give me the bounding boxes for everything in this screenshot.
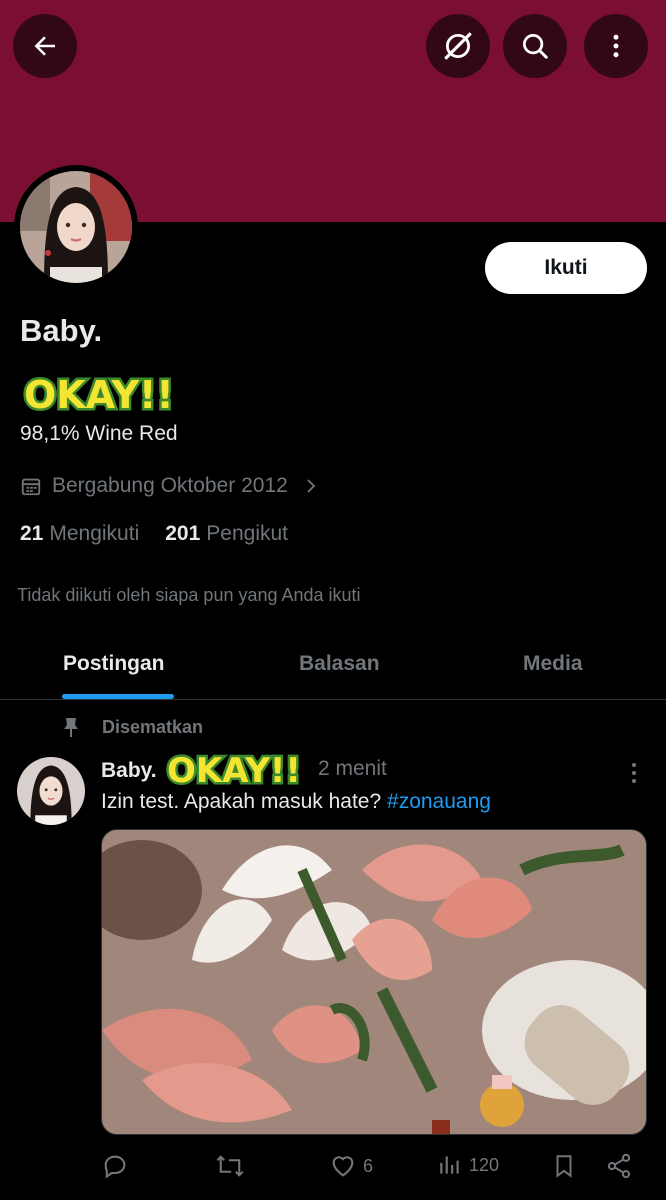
follow-stats: 21 Mengikuti 201 Pengikut <box>20 522 288 546</box>
views-button[interactable]: 120 <box>437 1152 499 1178</box>
profile-bio: 98,1% Wine Red <box>20 422 178 445</box>
back-arrow-icon <box>34 36 55 56</box>
post-image[interactable] <box>101 829 647 1135</box>
repost-icon <box>216 1155 244 1177</box>
reply-button[interactable] <box>101 1152 129 1180</box>
repost-button[interactable] <box>215 1152 245 1180</box>
like-button[interactable]: 6 <box>329 1152 373 1180</box>
like-count: 6 <box>363 1155 374 1176</box>
pinned-text: Disematkan <box>102 716 204 737</box>
profile-tabs: Postingan Balasan Media <box>0 636 666 700</box>
post-actions: 6 120 <box>101 1152 647 1184</box>
post-text: Izin test. Apakah masuk hate? #zonauang <box>101 790 491 814</box>
calendar-icon <box>21 478 41 496</box>
search-button[interactable] <box>503 14 567 78</box>
pin-icon <box>64 718 78 737</box>
post-avatar-image <box>17 757 85 825</box>
post-hashtag[interactable]: #zonauang <box>387 790 491 813</box>
post-okay-sticker-emoji: OKAY!! <box>165 749 304 791</box>
views-icon <box>440 1156 459 1174</box>
joined-text: Bergabung Oktober 2012 <box>52 474 288 497</box>
okay-sticker-text: OKAY!! <box>24 373 174 417</box>
more-vertical-icon <box>613 34 619 58</box>
search-icon <box>523 34 548 59</box>
tab-replies[interactable]: Balasan <box>299 652 380 676</box>
tab-media[interactable]: Media <box>523 652 583 676</box>
following-count: 21 <box>20 522 44 545</box>
chevron-right-icon <box>307 479 316 493</box>
post-okay-sticker-text: OKAY!! <box>167 751 301 790</box>
okay-sticker-emoji: OKAY!! <box>22 371 177 419</box>
back-button[interactable] <box>13 14 77 78</box>
profile-avatar[interactable] <box>14 165 138 289</box>
more-options-button[interactable] <box>584 14 648 78</box>
followers-link[interactable]: 201 Pengikut <box>165 522 288 546</box>
post-author-name[interactable]: Baby. <box>101 759 157 783</box>
profile-display-name: Baby. <box>20 313 103 348</box>
like-icon <box>332 1156 354 1177</box>
post-timestamp[interactable]: 2 menit <box>318 757 387 781</box>
bookmark-icon <box>556 1155 572 1178</box>
grok-button[interactable] <box>426 14 490 78</box>
grok-icon <box>444 32 472 60</box>
pinned-label: Disematkan <box>62 716 203 738</box>
reply-icon <box>104 1155 126 1179</box>
post-body: Izin test. Apakah masuk hate? <box>101 790 388 813</box>
share-icon <box>607 1153 631 1179</box>
following-label: Mengikuti <box>49 522 140 545</box>
not-followed-notice: Tidak diikuti oleh siapa pun yang Anda i… <box>17 585 361 605</box>
followers-label: Pengikut <box>206 522 289 545</box>
bookmark-button[interactable] <box>551 1152 577 1180</box>
active-tab-indicator <box>62 694 174 699</box>
avatar-image <box>20 171 132 283</box>
share-button[interactable] <box>605 1152 633 1180</box>
following-link[interactable]: 21 Mengikuti <box>20 522 139 546</box>
post-author-avatar[interactable] <box>17 757 85 825</box>
post-more-icon[interactable] <box>626 762 642 784</box>
follow-button[interactable]: Ikuti <box>485 242 647 294</box>
joined-date[interactable]: Bergabung Oktober 2012 <box>20 472 330 500</box>
tab-posts[interactable]: Postingan <box>63 652 165 676</box>
view-count: 120 <box>469 1154 500 1175</box>
post-header: Baby. <box>101 757 157 785</box>
followers-count: 201 <box>165 522 201 545</box>
